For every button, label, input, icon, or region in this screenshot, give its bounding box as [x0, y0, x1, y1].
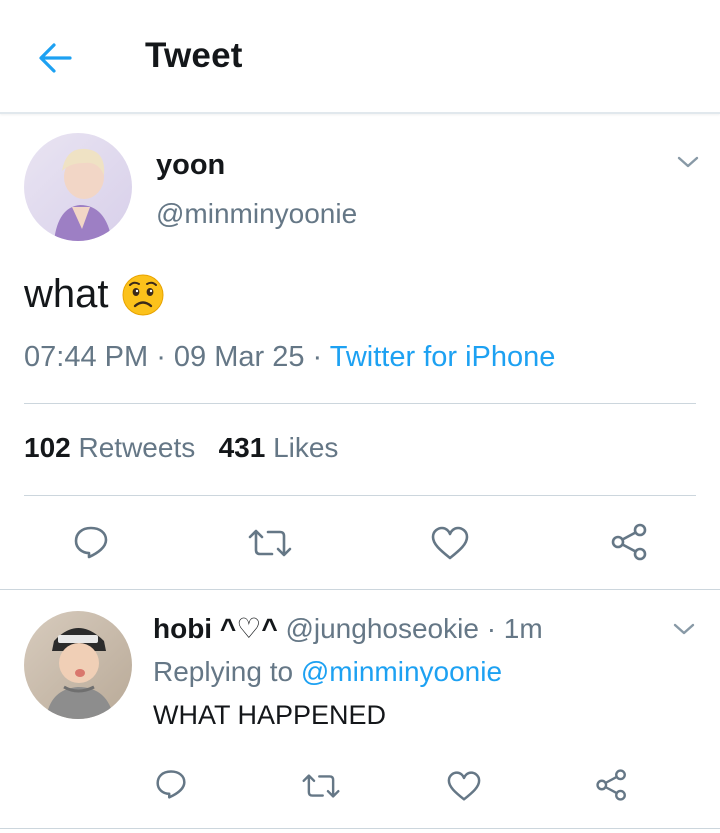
back-button[interactable] [34, 38, 78, 78]
tweet-options-button[interactable] [676, 154, 700, 175]
replying-to-handle[interactable]: @minminyoonie [301, 656, 502, 687]
tweet-time: 07:44 PM [24, 341, 149, 373]
reply-retweet-button[interactable] [300, 773, 342, 804]
share-icon [611, 523, 647, 561]
divider [24, 495, 696, 496]
reply-timestamp: · 1m [478, 613, 543, 644]
retweets-count: 102 [24, 432, 71, 463]
tweet-meta: 07:44 PM · 09 Mar 25 · Twitter for iPhon… [24, 341, 555, 374]
reply-author-name[interactable]: hobi ^♡^ [153, 613, 278, 644]
reply-author-handle[interactable]: @junghoseokie [285, 613, 478, 644]
reply-like-button[interactable] [446, 770, 482, 807]
heart-icon [447, 771, 481, 801]
reply-reply-button[interactable] [154, 768, 188, 805]
likes-count: 431 [218, 432, 266, 463]
reply-icon [156, 770, 186, 799]
like-button[interactable] [430, 525, 470, 566]
likes-stat[interactable]: 431 Likes [219, 432, 339, 463]
reply-avatar[interactable] [24, 611, 132, 719]
divider [24, 403, 696, 404]
tweet-body: what [24, 272, 109, 316]
likes-label: Likes [273, 432, 339, 463]
tweet-source-link[interactable]: Twitter for iPhone [330, 341, 556, 373]
author-name[interactable]: yoon [156, 149, 225, 182]
heart-icon [431, 526, 469, 560]
tweet-text: what [24, 272, 165, 317]
arrow-left-icon [39, 43, 72, 73]
author-handle[interactable]: @minminyoonie [156, 198, 357, 230]
reply-icon [74, 526, 108, 559]
divider [0, 828, 720, 829]
reply-button[interactable] [72, 524, 110, 565]
chevron-down-icon [677, 156, 699, 168]
retweet-icon [248, 529, 292, 557]
page-title: Tweet [145, 36, 243, 75]
share-icon [596, 769, 626, 801]
retweet-icon [302, 774, 340, 798]
avatar[interactable] [24, 133, 132, 241]
meta-separator: · [304, 341, 330, 373]
retweet-button[interactable] [246, 528, 294, 563]
reply-text: WHAT HAPPENED [153, 700, 387, 730]
reply-share-button[interactable] [594, 768, 630, 807]
reply-header: hobi ^♡^ @junghoseokie · 1m [153, 612, 543, 645]
retweets-stat[interactable]: 102 Retweets [24, 432, 195, 463]
worried-face-emoji [122, 274, 163, 315]
retweets-label: Retweets [78, 432, 196, 463]
chevron-down-icon [673, 623, 695, 635]
replying-to-prefix: Replying to [153, 656, 301, 687]
top-app-bar: Tweet [0, 0, 720, 114]
tweet-stats: 102 Retweets 431 Likes [24, 432, 338, 464]
meta-separator: · [148, 341, 174, 373]
reply-options-button[interactable] [672, 621, 696, 642]
replying-to: Replying to @minminyoonie [153, 656, 502, 688]
divider [0, 589, 720, 590]
tweet-date: 09 Mar 25 [173, 341, 305, 373]
share-button[interactable] [609, 522, 651, 567]
